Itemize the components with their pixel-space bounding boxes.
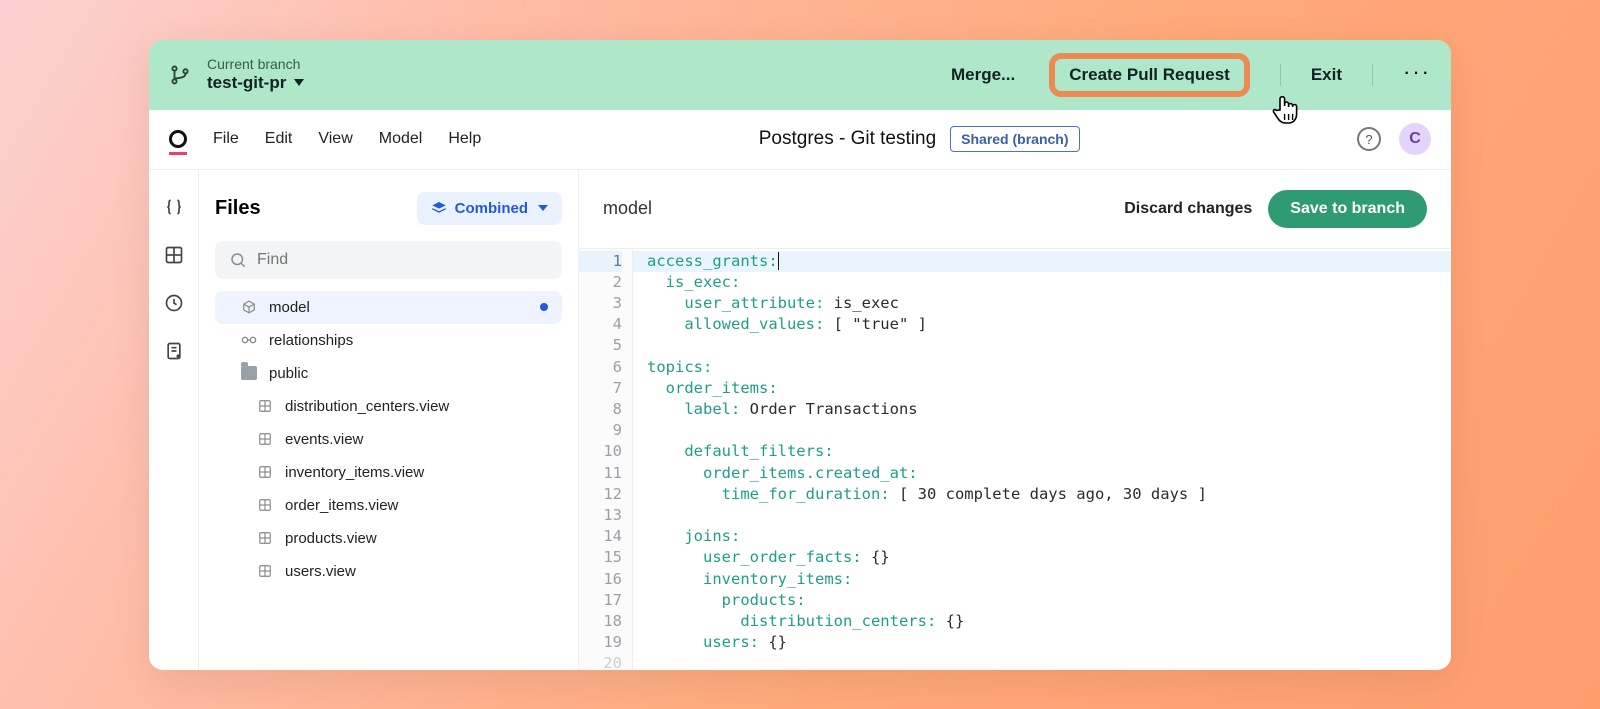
branch-label: Current branch xyxy=(207,56,304,73)
exit-button[interactable]: Exit xyxy=(1311,65,1342,85)
menu-model[interactable]: Model xyxy=(379,130,423,148)
tree-item-label: products.view xyxy=(285,530,377,547)
git-branch-icon xyxy=(169,64,191,86)
sidebar-title: Files xyxy=(215,197,261,220)
branch-name: test-git-pr xyxy=(207,73,286,93)
menu-edit[interactable]: Edit xyxy=(265,130,293,148)
help-icon: ? xyxy=(1365,132,1372,147)
help-button[interactable]: ? xyxy=(1357,127,1381,151)
search-icon xyxy=(229,251,247,269)
editor-tab-name: model xyxy=(603,198,652,219)
tree-item-label: model xyxy=(269,299,310,316)
grid-icon xyxy=(257,497,273,513)
grid-icon xyxy=(257,563,273,579)
merge-button[interactable]: Merge... xyxy=(951,65,1015,85)
find-box[interactable] xyxy=(215,241,562,279)
line-gutter: 1234567891011121314151617181920 xyxy=(579,249,633,670)
save-to-branch-button[interactable]: Save to branch xyxy=(1268,190,1427,228)
menu-file[interactable]: File xyxy=(213,130,239,148)
folder-icon xyxy=(241,365,257,381)
tree-item-label: public xyxy=(269,365,308,382)
avatar[interactable]: C xyxy=(1399,123,1431,155)
avatar-initial: C xyxy=(1409,130,1421,148)
editor-header: model Discard changes Save to branch xyxy=(579,170,1451,248)
tree-item-label: distribution_centers.view xyxy=(285,398,449,415)
grid-icon xyxy=(257,431,273,447)
tree-item-users-view[interactable]: users.view xyxy=(215,555,562,588)
chevron-down-icon xyxy=(294,79,304,86)
link-icon xyxy=(241,332,257,348)
code-content[interactable]: access_grants: is_exec: user_attribute: … xyxy=(633,249,1451,670)
tree-item-relationships[interactable]: relationships xyxy=(215,324,562,357)
view-combined-label: Combined xyxy=(455,200,528,217)
menu-view[interactable]: View xyxy=(318,130,352,148)
editor-pane: model Discard changes Save to branch 123… xyxy=(579,170,1451,670)
tree-item-label: inventory_items.view xyxy=(285,464,424,481)
menu-bar: File Edit View Model Help Postgres - Git… xyxy=(149,110,1451,170)
tree-item-order-items-view[interactable]: order_items.view xyxy=(215,489,562,522)
branch-bar: Current branch test-git-pr Merge... Crea… xyxy=(149,40,1451,110)
rail-braces-icon[interactable] xyxy=(163,196,185,218)
layers-icon xyxy=(431,200,447,216)
more-menu-button[interactable]: ··· xyxy=(1403,59,1431,91)
tree-item-label: events.view xyxy=(285,431,363,448)
modified-dot-icon xyxy=(540,303,548,311)
create-pull-request-button[interactable]: Create Pull Request xyxy=(1049,53,1250,97)
left-rail xyxy=(149,170,199,670)
tree-item-model[interactable]: model xyxy=(215,291,562,324)
view-combined-selector[interactable]: Combined xyxy=(417,192,562,225)
menu-help[interactable]: Help xyxy=(448,130,481,148)
grid-icon xyxy=(257,464,273,480)
sidebar: Files Combined model relationships public d… xyxy=(199,170,579,670)
branch-selector[interactable]: Current branch test-git-pr xyxy=(207,56,304,93)
find-input[interactable] xyxy=(257,251,548,269)
body: Files Combined model relationships public d… xyxy=(149,170,1451,670)
tree-item-label: order_items.view xyxy=(285,497,398,514)
file-tree: model relationships public distribution_cen… xyxy=(215,291,562,588)
rail-notes-icon[interactable] xyxy=(163,340,185,362)
tree-item-label: relationships xyxy=(269,332,353,349)
rail-history-icon[interactable] xyxy=(163,292,185,314)
shared-badge[interactable]: Shared (branch) xyxy=(950,126,1079,152)
code-editor[interactable]: 1234567891011121314151617181920 access_g… xyxy=(579,248,1451,670)
tree-item-events-view[interactable]: events.view xyxy=(215,423,562,456)
app-logo-icon[interactable] xyxy=(169,130,187,148)
tree-item-products-view[interactable]: products.view xyxy=(215,522,562,555)
grid-icon xyxy=(257,398,273,414)
divider xyxy=(1372,64,1373,86)
tree-item-label: users.view xyxy=(285,563,356,580)
app-window: Current branch test-git-pr Merge... Crea… xyxy=(149,40,1451,670)
project-title: Postgres - Git testing xyxy=(759,128,936,150)
chevron-down-icon xyxy=(538,205,548,211)
rail-grid-icon[interactable] xyxy=(163,244,185,266)
discard-changes-button[interactable]: Discard changes xyxy=(1124,200,1252,218)
tree-item-public[interactable]: public xyxy=(215,357,562,390)
cube-icon xyxy=(241,299,257,315)
menu-items: File Edit View Model Help xyxy=(213,130,481,148)
tree-item-inventory-items-view[interactable]: inventory_items.view xyxy=(215,456,562,489)
tree-item-distribution-centers-view[interactable]: distribution_centers.view xyxy=(215,390,562,423)
divider xyxy=(1280,64,1281,86)
grid-icon xyxy=(257,530,273,546)
